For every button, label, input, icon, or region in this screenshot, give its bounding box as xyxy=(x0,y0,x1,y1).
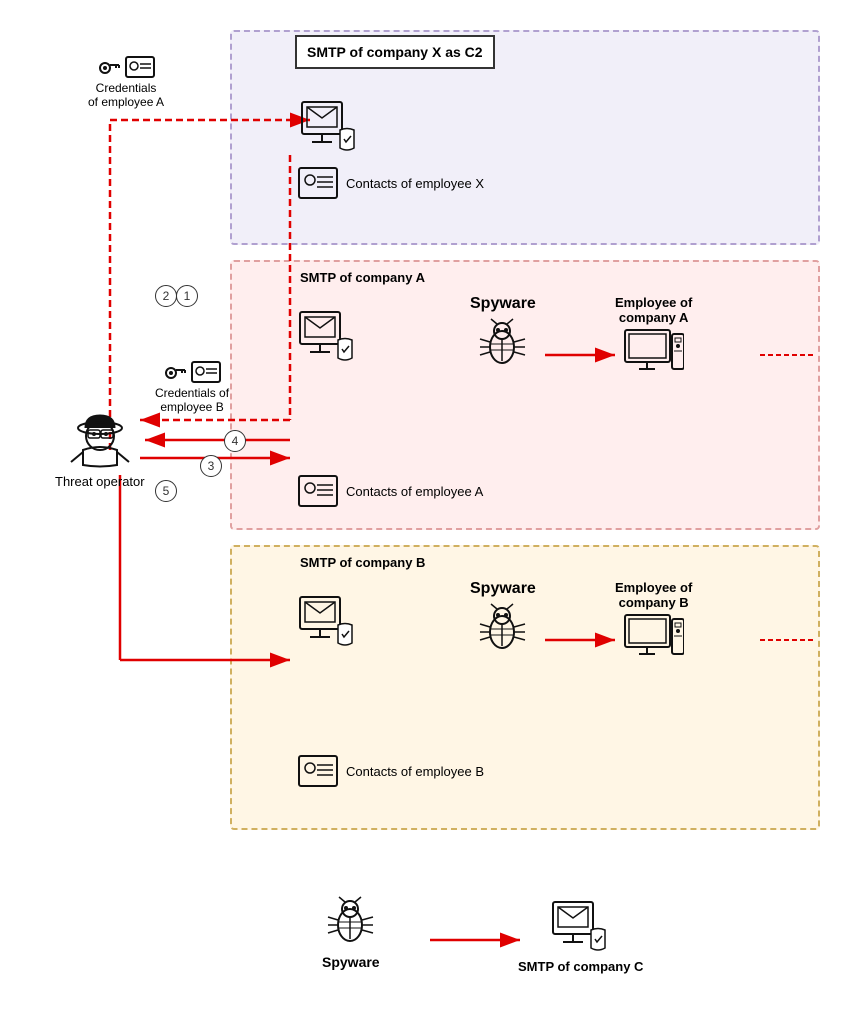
contacts-b-label: Contacts of employee B xyxy=(346,764,484,779)
threat-operator: Threat operator xyxy=(55,400,145,489)
bug-b-icon xyxy=(475,602,530,657)
employee-company-a: Employee ofcompany A xyxy=(615,295,692,379)
contacts-a-label: Contacts of employee A xyxy=(346,484,483,499)
spyware-b: Spyware xyxy=(470,580,536,657)
smtp-c-server: SMTP of company C xyxy=(518,900,643,974)
contacts-x-icon xyxy=(298,167,338,199)
threat-operator-label: Threat operator xyxy=(55,474,145,489)
employee-company-b: Employee ofcompany B xyxy=(615,580,692,664)
credentials-b-label: Credentials ofemployee B xyxy=(155,386,229,414)
contacts-a-icon xyxy=(298,475,338,507)
contacts-employee-x: Contacts of employee X xyxy=(298,167,484,199)
contacts-employee-a: Contacts of employee A xyxy=(298,475,483,507)
contacts-x-label: Contacts of employee X xyxy=(346,176,484,191)
bug-a-icon xyxy=(475,317,530,372)
smtp-b-text: SMTP of company B xyxy=(300,555,425,570)
smtp-company-b-label: SMTP of company B xyxy=(300,555,425,570)
smtp-a-server xyxy=(298,310,358,365)
spyware-c-label: Spyware xyxy=(322,954,380,970)
key-icon-b xyxy=(163,360,187,384)
smtp-b-server xyxy=(298,595,358,650)
workstation-a-icon xyxy=(624,329,684,379)
employee-a-label: Employee ofcompany A xyxy=(615,295,692,325)
step-4: 4 xyxy=(224,430,246,452)
step-3: 3 xyxy=(200,455,222,477)
credential-card-icon xyxy=(125,56,155,78)
step-2: 2 xyxy=(155,285,177,307)
credentials-employee-a: Credentialsof employee A xyxy=(88,55,164,109)
step-1: 1 xyxy=(176,285,198,307)
server-c-icon xyxy=(551,900,611,955)
credentials-a-label: Credentialsof employee A xyxy=(88,81,164,109)
spyware-c: Spyware xyxy=(322,895,380,970)
spyware-a: Spyware xyxy=(470,295,536,372)
smtp-x-server xyxy=(300,100,360,155)
contacts-employee-b: Contacts of employee B xyxy=(298,755,484,787)
credential-card-icon-b xyxy=(191,361,221,383)
bug-c-icon xyxy=(323,895,378,950)
smtp-x-label: SMTP of company X as C2 xyxy=(307,44,483,60)
hacker-icon xyxy=(65,400,135,470)
smtp-company-a-label: SMTP of company A xyxy=(300,270,425,285)
smtp-a-text: SMTP of company A xyxy=(300,270,425,285)
step-5: 5 xyxy=(155,480,177,502)
server-b-icon xyxy=(298,595,358,650)
key-icon xyxy=(97,55,121,79)
smtp-c-label: SMTP of company C xyxy=(518,959,643,974)
spyware-a-label: Spyware xyxy=(470,295,536,313)
spyware-b-label: Spyware xyxy=(470,580,536,598)
contacts-b-icon xyxy=(298,755,338,787)
server-x-icon xyxy=(300,100,360,155)
employee-b-label: Employee ofcompany B xyxy=(615,580,692,610)
smtp-company-x-box: SMTP of company X as C2 xyxy=(295,35,495,69)
diagram: Threat operator Credentialsof employee A xyxy=(0,0,856,1024)
workstation-b-icon xyxy=(624,614,684,664)
credentials-employee-b: Credentials ofemployee B xyxy=(155,360,229,414)
server-a-icon xyxy=(298,310,358,365)
